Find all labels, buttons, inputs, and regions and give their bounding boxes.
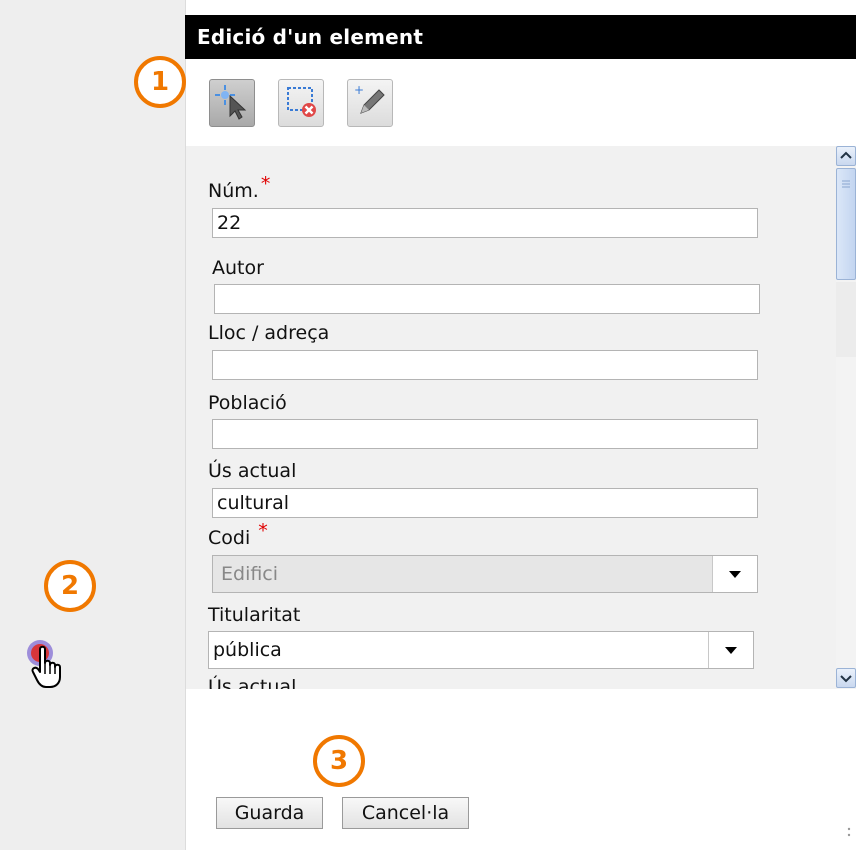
scroll-track[interactable] <box>836 282 856 357</box>
num-field[interactable]: 22 <box>212 208 758 238</box>
cancel-button[interactable]: Cancel·la <box>342 797 469 829</box>
delete-selection-button[interactable] <box>278 79 324 127</box>
hand-cursor-icon <box>30 645 70 691</box>
callout-1: 1 <box>134 56 186 108</box>
num-label: Núm. * <box>208 173 271 202</box>
lloc-label: Lloc / adreça <box>208 322 330 344</box>
poblacio-label: Població <box>208 392 287 414</box>
chevron-down-icon[interactable] <box>708 632 753 668</box>
callout-3: 3 <box>313 735 365 787</box>
map-area[interactable] <box>0 0 185 850</box>
required-marker: * <box>258 520 268 542</box>
resize-grip[interactable] <box>846 825 852 839</box>
delete-selection-icon <box>282 82 320 124</box>
titularitat-select[interactable]: pública <box>208 631 754 669</box>
autor-field[interactable] <box>214 284 760 314</box>
us-actual-2-label: Ús actual <box>208 676 297 689</box>
codi-select: Edifici <box>212 555 758 593</box>
poblacio-field[interactable] <box>212 419 758 449</box>
edit-pencil-icon: + <box>351 82 389 124</box>
lloc-field[interactable] <box>212 350 758 380</box>
us-actual-field[interactable]: cultural <box>212 488 758 518</box>
scroll-thumb[interactable] <box>836 168 856 280</box>
codi-label: Codi * <box>208 520 268 549</box>
titularitat-value: pública <box>213 639 282 661</box>
edit-pencil-button[interactable]: + <box>347 79 393 127</box>
codi-value: Edifici <box>221 563 279 585</box>
chevron-down-icon <box>712 556 757 592</box>
svg-text:+: + <box>354 83 364 97</box>
required-marker: * <box>260 173 271 195</box>
screen: Edició d'un element + Núm. * 22 Autor Ll… <box>0 0 856 850</box>
chevron-up-icon <box>840 151 852 159</box>
element-form: Núm. * 22 Autor Lloc / adreça Població Ús… <box>186 146 836 689</box>
save-button[interactable]: Guarda <box>216 797 323 829</box>
scroll-up-button[interactable] <box>836 146 856 166</box>
scroll-down-button[interactable] <box>836 668 856 688</box>
form-scrollbar[interactable] <box>836 146 856 689</box>
autor-label: Autor <box>212 257 264 279</box>
edit-toolbar: + <box>186 60 856 144</box>
us-actual-label: Ús actual <box>208 460 297 482</box>
chevron-down-icon <box>840 675 852 683</box>
callout-2: 2 <box>44 560 96 612</box>
select-tool-button[interactable] <box>209 79 255 127</box>
dialog-title: Edició d'un element <box>185 15 856 59</box>
titularitat-label: Titularitat <box>208 604 301 626</box>
select-arrow-icon <box>213 82 251 124</box>
